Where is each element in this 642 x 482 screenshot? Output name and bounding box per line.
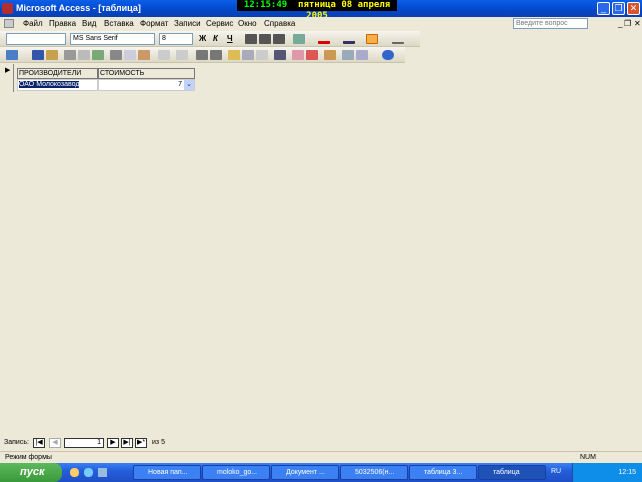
- font-combo[interactable]: MS Sans Serif: [70, 33, 155, 45]
- hyperlink-icon[interactable]: [176, 50, 188, 60]
- task-document[interactable]: Документ ...: [271, 465, 339, 480]
- start-label: пуск: [20, 466, 45, 478]
- sort-descending-icon[interactable]: [210, 50, 222, 60]
- task-table[interactable]: таблица: [478, 465, 546, 480]
- menu-insert[interactable]: Вставка: [104, 19, 134, 28]
- database-window-icon[interactable]: [342, 50, 354, 60]
- doc-minimize-button[interactable]: _: [618, 19, 622, 28]
- help-icon[interactable]: [382, 50, 394, 60]
- restore-button[interactable]: ❐: [612, 2, 625, 15]
- status-bar: Режим формы NUM: [0, 451, 642, 463]
- bold-button[interactable]: Ж: [199, 34, 211, 44]
- menu-window[interactable]: Окно: [238, 19, 257, 28]
- font-size-combo[interactable]: 8: [159, 33, 193, 45]
- new-record-icon[interactable]: [292, 50, 304, 60]
- current-record-arrow-icon: ▶: [5, 67, 11, 74]
- column-header-producers[interactable]: ПРОИЗВОДИТЕЛИ: [17, 68, 98, 79]
- border-icon[interactable]: [366, 34, 378, 44]
- record-navigation: Запись: |◀ ◀ 1 ▶ ▶| ▶* из 5: [0, 437, 642, 451]
- access-app-icon: [2, 3, 13, 14]
- apply-filter-icon[interactable]: [256, 50, 268, 60]
- underline-button[interactable]: Ч: [227, 34, 239, 44]
- paste-icon[interactable]: [138, 50, 150, 60]
- datasheet-toolbar: [0, 47, 405, 63]
- status-mode: Режим формы: [5, 454, 52, 461]
- record-label: Запись:: [4, 439, 29, 446]
- align-right-icon[interactable]: [273, 34, 285, 44]
- clock-overlay: 12:15:49 пятница 08 апреля 2005: [237, 0, 397, 21]
- menu-format[interactable]: Формат: [140, 19, 168, 28]
- delete-record-icon[interactable]: [306, 50, 318, 60]
- column-header-cost[interactable]: СТОИМОСТЬ: [98, 68, 195, 79]
- cell-producer-text: ОАО Молокозавод: [19, 81, 80, 88]
- last-record-button[interactable]: ▶|: [121, 438, 133, 448]
- properties-icon[interactable]: [324, 50, 336, 60]
- close-button[interactable]: ✕: [627, 2, 640, 15]
- print-preview-icon[interactable]: [78, 50, 90, 60]
- font-color-icon[interactable]: [318, 34, 330, 44]
- cut-icon[interactable]: [110, 50, 122, 60]
- menu-file[interactable]: Файл: [23, 19, 43, 28]
- align-center-icon[interactable]: [259, 34, 271, 44]
- cell-producer[interactable]: ОАО Молокозавод: [17, 79, 98, 91]
- ask-question-input[interactable]: Введите вопрос: [513, 18, 588, 29]
- window-title: Microsoft Access - [таблица]: [16, 3, 141, 13]
- cell-cost[interactable]: 7: [98, 79, 195, 91]
- datasheet-area: [0, 63, 642, 436]
- system-tray: 12:15: [572, 463, 642, 482]
- task-folder[interactable]: Новая пап...: [133, 465, 201, 480]
- task-table3[interactable]: таблица 3...: [409, 465, 477, 480]
- new-object-icon[interactable]: [356, 50, 368, 60]
- next-record-button[interactable]: ▶: [107, 438, 119, 448]
- record-number-input[interactable]: 1: [64, 438, 104, 448]
- new-record-button[interactable]: ▶*: [135, 438, 147, 448]
- menu-help[interactable]: Справка: [264, 19, 295, 28]
- minimize-button[interactable]: _: [597, 2, 610, 15]
- start-button[interactable]: пуск: [0, 463, 62, 482]
- menu-records[interactable]: Записи: [174, 19, 201, 28]
- tray-clock: 12:15: [618, 469, 636, 476]
- spelling-icon[interactable]: [92, 50, 104, 60]
- line-color-icon[interactable]: [343, 34, 355, 44]
- task-5032506[interactable]: 5032506(н...: [340, 465, 408, 480]
- document-menu-icon[interactable]: [4, 19, 14, 28]
- first-record-button[interactable]: |◀: [33, 438, 45, 448]
- record-selector[interactable]: ▶: [2, 64, 14, 92]
- object-combo[interactable]: [6, 33, 66, 45]
- menu-tools[interactable]: Сервис: [206, 19, 233, 28]
- menu-view[interactable]: Вид: [82, 19, 96, 28]
- dropdown-chevron-icon[interactable]: ⌄: [184, 80, 194, 90]
- copy-icon[interactable]: [124, 50, 136, 60]
- clock-time: 12:15:49: [243, 0, 288, 10]
- ie-icon[interactable]: [84, 468, 93, 477]
- taskbar: пуск Новая пап... moloko_go... Документ …: [0, 463, 642, 482]
- previous-record-button[interactable]: ◀: [49, 438, 61, 448]
- language-indicator[interactable]: RU: [551, 468, 561, 475]
- doc-restore-button[interactable]: ❐: [624, 19, 631, 28]
- print-icon[interactable]: [64, 50, 76, 60]
- doc-close-button[interactable]: ✕: [634, 19, 641, 28]
- fill-color-icon[interactable]: [293, 34, 305, 44]
- filter-by-form-icon[interactable]: [242, 50, 254, 60]
- search-file-icon[interactable]: [46, 50, 58, 60]
- view-icon[interactable]: [6, 50, 18, 60]
- record-count: из 5: [152, 439, 165, 446]
- find-icon[interactable]: [274, 50, 286, 60]
- sort-ascending-icon[interactable]: [196, 50, 208, 60]
- filter-by-selection-icon[interactable]: [228, 50, 240, 60]
- save-icon[interactable]: [32, 50, 44, 60]
- status-num: NUM: [580, 454, 596, 461]
- desktop-icon[interactable]: [98, 468, 107, 477]
- quicklaunch-icon[interactable]: [70, 468, 79, 477]
- undo-icon[interactable]: [158, 50, 170, 60]
- menu-edit[interactable]: Правка: [49, 19, 76, 28]
- special-effect-icon[interactable]: [392, 34, 404, 44]
- formatting-toolbar: MS Sans Serif 8 Ж К Ч: [0, 31, 420, 47]
- italic-button[interactable]: К: [213, 34, 225, 44]
- align-left-icon[interactable]: [245, 34, 257, 44]
- task-moloko[interactable]: moloko_go...: [202, 465, 270, 480]
